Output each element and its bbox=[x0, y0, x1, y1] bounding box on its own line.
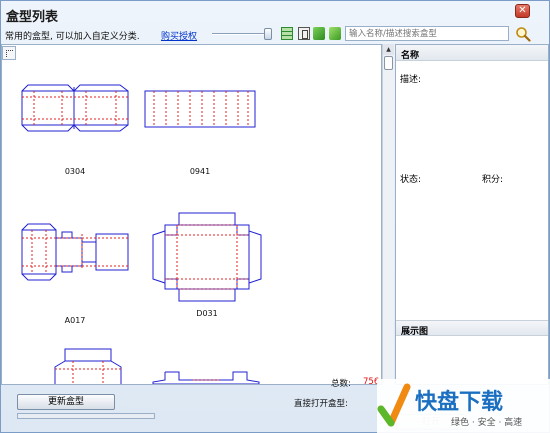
scroll-thumb[interactable] bbox=[384, 56, 393, 70]
window-title: 盒型列表 bbox=[6, 10, 59, 25]
box-code: A017 bbox=[64, 316, 86, 325]
name-header: 名称 bbox=[396, 45, 548, 61]
subtitle-text: 常用的盒型, 可以加入自定义分类. bbox=[5, 32, 140, 42]
expand-tree-icon[interactable] bbox=[2, 46, 16, 60]
search-input[interactable] bbox=[345, 26, 509, 41]
update-progress-bar bbox=[17, 413, 155, 419]
logo-text: 快盘下载 bbox=[415, 389, 503, 415]
box-item[interactable] bbox=[146, 368, 266, 384]
slider-thumb[interactable] bbox=[264, 28, 272, 40]
preview-header: 展示图 bbox=[396, 320, 548, 337]
search-icon[interactable] bbox=[515, 26, 531, 42]
box-code: D031 bbox=[196, 309, 218, 318]
box-list-area: 0304 0941 A017 D031 bbox=[1, 44, 382, 385]
grid-view-icon[interactable] bbox=[281, 27, 293, 40]
info-panel: 名称 描述: 状态: 积分: 展示图 bbox=[395, 44, 549, 385]
description-label: 描述: bbox=[400, 75, 422, 85]
box-icon[interactable] bbox=[298, 27, 310, 40]
box-item[interactable]: A017 bbox=[15, 220, 135, 325]
green-cube-icon-2[interactable] bbox=[329, 27, 341, 40]
logo-tagline: 绿色 · 安全 · 高速 bbox=[451, 416, 522, 428]
green-cube-icon[interactable] bbox=[313, 27, 325, 40]
box-code: 0304 bbox=[64, 167, 86, 176]
buy-license-link[interactable]: 购买授权 bbox=[161, 29, 197, 42]
box-thumbnail-D031 bbox=[152, 212, 262, 302]
scroll-up-icon[interactable]: ▲ bbox=[383, 44, 394, 55]
zoom-slider[interactable] bbox=[212, 27, 274, 41]
list-scrollbar[interactable]: ▲ bbox=[382, 44, 394, 385]
close-button[interactable]: ✕ bbox=[515, 4, 530, 18]
box-thumbnail-0941 bbox=[144, 90, 256, 128]
box-item[interactable] bbox=[28, 347, 148, 384]
box-item[interactable]: 0304 bbox=[15, 83, 135, 176]
total-label: 总数: bbox=[331, 379, 351, 389]
direct-open-label: 直接打开盒型: bbox=[294, 399, 348, 409]
box-code: 0941 bbox=[189, 167, 211, 176]
update-box-types-button[interactable]: 更新盒型 bbox=[17, 394, 115, 410]
box-type-window: 盒型列表 ✕ 常用的盒型, 可以加入自定义分类. 购买授权 输入名称/描述搜索盒… bbox=[0, 0, 550, 433]
close-icon: ✕ bbox=[518, 5, 527, 16]
box-thumbnail-partial-1 bbox=[54, 348, 122, 384]
slider-track bbox=[212, 33, 272, 35]
box-item[interactable]: D031 bbox=[147, 211, 267, 318]
box-thumbnail-0304 bbox=[21, 84, 129, 132]
status-label: 状态: bbox=[400, 175, 422, 185]
points-label: 积分: bbox=[482, 175, 504, 185]
box-thumbnail-A017 bbox=[21, 223, 129, 281]
box-item[interactable]: 0941 bbox=[140, 89, 260, 176]
kuaipan-watermark-logo: 快盘下载 绿色 · 安全 · 高速 bbox=[377, 379, 550, 433]
box-thumbnail-partial-2 bbox=[152, 371, 260, 384]
